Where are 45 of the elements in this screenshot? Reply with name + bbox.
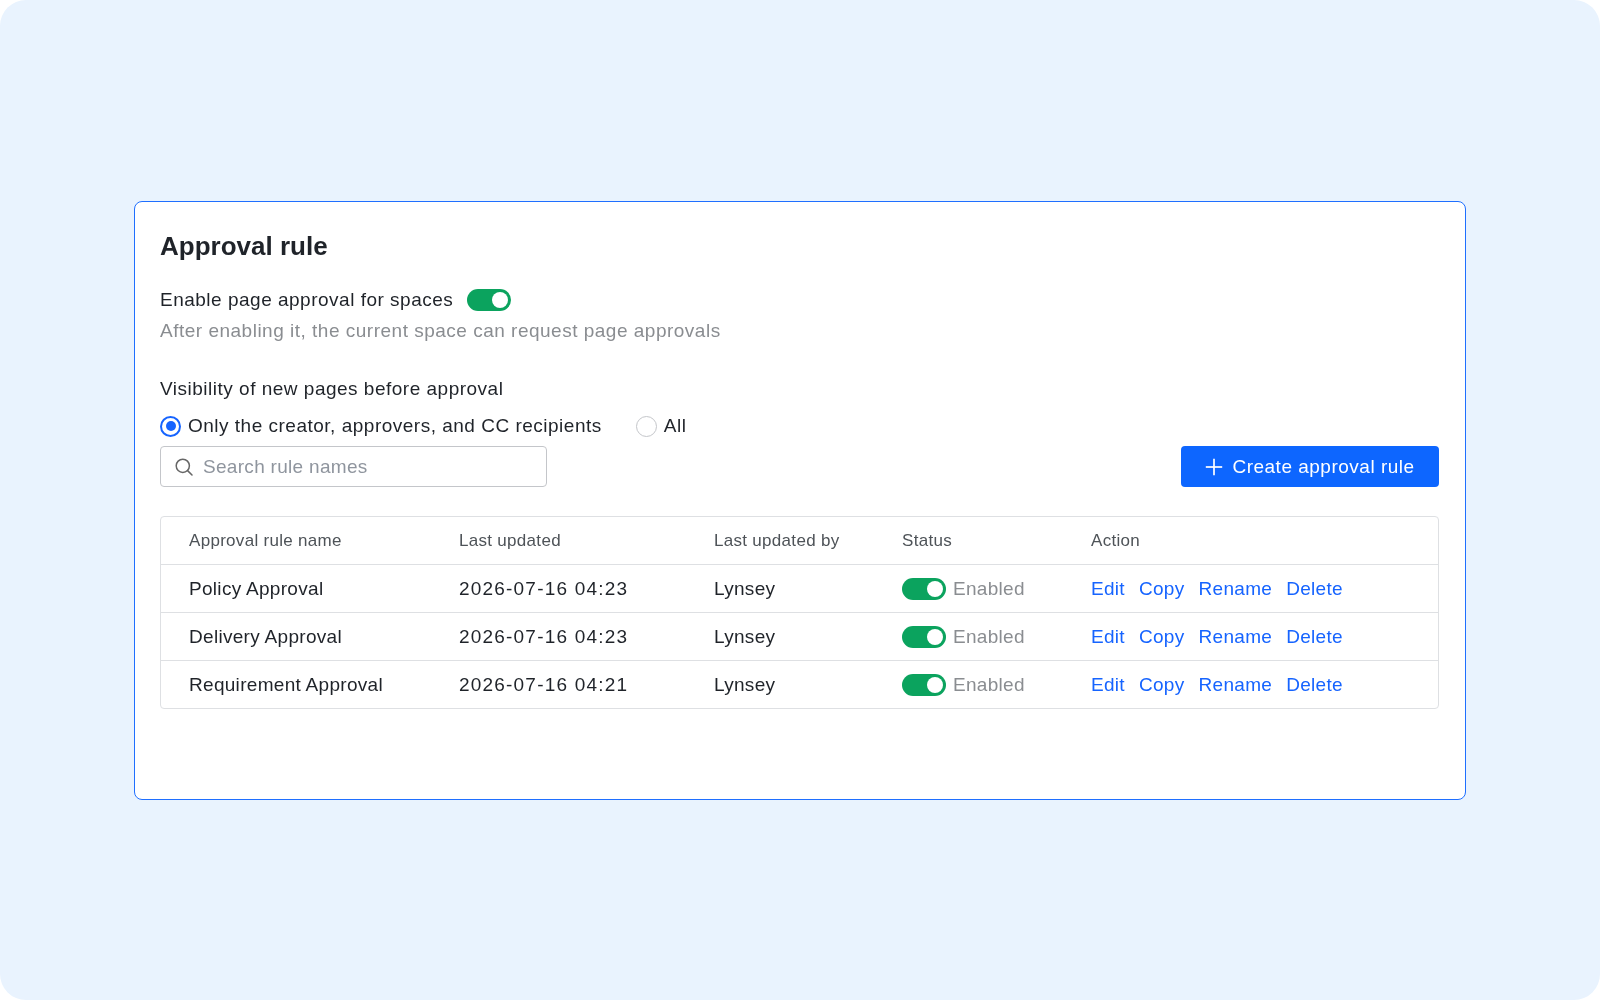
toggle-switch[interactable] [902,625,946,648]
column-header: Last updated by [714,530,840,550]
action-link[interactable]: Delete [1286,673,1343,696]
search-icon [175,458,193,476]
column-header: Action [1091,530,1141,550]
plus-icon [1205,457,1224,476]
action-link[interactable]: Rename [1198,577,1273,600]
action-link[interactable]: Delete [1286,577,1343,600]
radio-label[interactable]: Only the creator, approvers, and CC recipients [188,414,602,438]
table-cell: Delivery Approval [189,625,342,647]
action-link[interactable]: Rename [1198,625,1273,648]
setting-label: Enable page approval for spaces [160,288,454,312]
search-field[interactable]: Search rule names [160,446,547,487]
action-link[interactable]: Delete [1286,625,1343,648]
status-text: Enabled [953,673,1025,696]
action-link[interactable]: Copy [1138,577,1185,600]
create-rule-button[interactable]: Create approval rule [1181,446,1439,487]
table-cell: 2026-07-16 04:23 [459,625,629,647]
table-cell: 2026-07-16 04:23 [459,577,629,599]
toggle-switch[interactable] [902,577,946,600]
column-header: Last updated [459,530,561,550]
action-link[interactable]: Rename [1198,673,1273,696]
table-cell: Policy Approval [189,577,324,599]
column-header: Approval rule name [189,530,342,550]
page-title: Approval rule [160,230,328,262]
radio-button[interactable] [160,415,181,437]
table-cell: 2026-07-16 04:21 [459,673,629,695]
radio-button[interactable] [635,415,657,437]
status-text: Enabled [953,625,1025,648]
action-link[interactable]: Edit [1091,577,1125,600]
action-link[interactable]: Edit [1091,625,1125,648]
column-header: Status [902,530,952,550]
toggle-switch[interactable] [467,289,512,311]
action-link[interactable]: Copy [1138,673,1185,696]
radio-label[interactable]: All [663,414,687,438]
section-label: Visibility of new pages before approval [160,377,504,401]
action-link[interactable]: Edit [1091,673,1125,696]
action-link[interactable]: Copy [1138,625,1185,648]
table-cell: Requirement Approval [189,673,383,695]
table-cell: Lynsey [714,673,776,695]
setting-description: After enabling it, the current space can request page approvals [160,319,721,343]
toggle-switch[interactable] [902,673,946,696]
table-cell: Lynsey [714,577,776,599]
status-text: Enabled [953,577,1025,600]
table-cell: Lynsey [714,625,776,647]
